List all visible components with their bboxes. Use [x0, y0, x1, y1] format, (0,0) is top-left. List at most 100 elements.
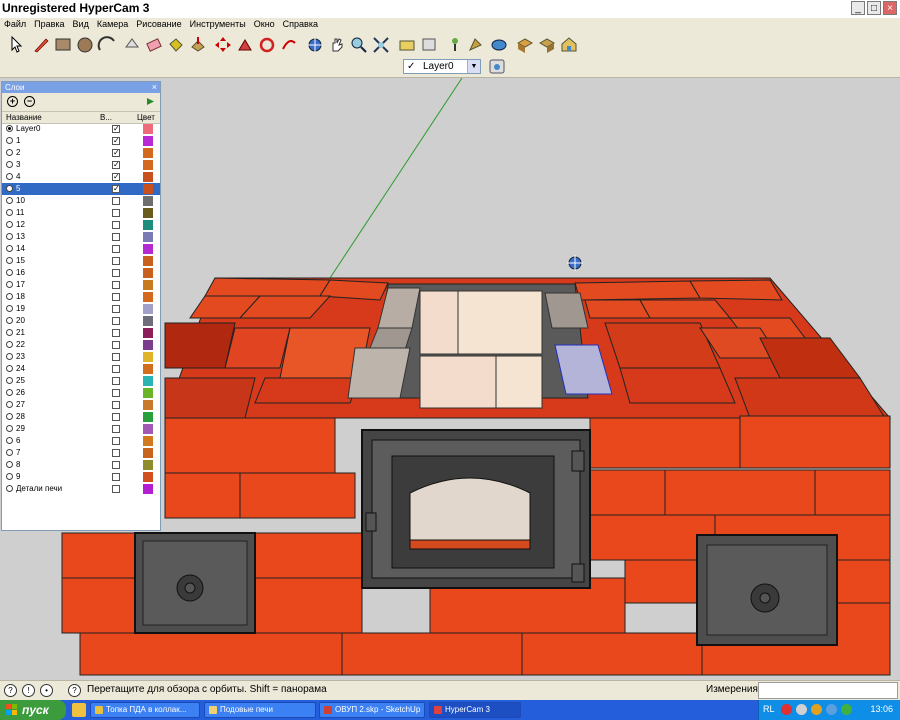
layer-row[interactable]: 9 — [2, 471, 160, 483]
layer-row[interactable]: Детали печи — [2, 483, 160, 495]
column-name[interactable]: Название — [6, 112, 42, 123]
active-layer-radio[interactable] — [6, 137, 13, 144]
layer-visible-checkbox[interactable] — [112, 221, 120, 229]
layer-name[interactable]: 10 — [16, 195, 25, 207]
active-layer-radio[interactable] — [6, 305, 13, 312]
close-icon[interactable]: × — [152, 82, 157, 93]
panel-details-icon[interactable] — [145, 96, 156, 107]
layer-row[interactable]: 13 — [2, 231, 160, 243]
layer-visible-checkbox[interactable] — [112, 449, 120, 457]
layer-row[interactable]: 5 ✓ — [2, 183, 160, 195]
layer-name[interactable]: Layer0 — [16, 123, 40, 135]
layer-name[interactable]: 1 — [16, 135, 20, 147]
active-layer-radio[interactable] — [6, 329, 13, 336]
layer-row[interactable]: 17 — [2, 279, 160, 291]
credits-icon[interactable]: ! — [22, 684, 35, 697]
layer-visible-checkbox[interactable] — [112, 401, 120, 409]
menu-draw[interactable]: Рисование — [132, 18, 185, 31]
close-button[interactable]: × — [883, 1, 897, 15]
layers-panel-header[interactable]: Слои × — [2, 82, 160, 93]
column-color[interactable]: Цвет — [137, 112, 155, 123]
layer-row[interactable]: 18 — [2, 291, 160, 303]
layer-visible-checkbox[interactable] — [112, 485, 120, 493]
layer-color-swatch[interactable] — [143, 124, 153, 134]
layer-visible-checkbox[interactable] — [112, 437, 120, 445]
active-layer-radio[interactable] — [6, 149, 13, 156]
layer-row[interactable]: 7 — [2, 447, 160, 459]
layer-visible-checkbox[interactable] — [112, 473, 120, 481]
layer-color-swatch[interactable] — [143, 232, 153, 242]
layer-name[interactable]: 13 — [16, 231, 25, 243]
active-layer-radio[interactable] — [6, 473, 13, 480]
taskbar-task[interactable]: Топка ПДА в коллак... — [90, 702, 200, 718]
tray-icon[interactable] — [826, 704, 837, 715]
layer-color-swatch[interactable] — [143, 388, 153, 398]
layer-name[interactable]: 22 — [16, 339, 25, 351]
layer-name[interactable]: 20 — [16, 315, 25, 327]
layer-row[interactable]: 28 — [2, 411, 160, 423]
layer-name[interactable]: 25 — [16, 375, 25, 387]
active-layer-radio[interactable] — [6, 281, 13, 288]
taskbar-task[interactable]: HyperCam 3 — [429, 702, 521, 718]
active-layer-radio[interactable] — [6, 377, 13, 384]
language-indicator[interactable]: RL — [763, 704, 775, 714]
look-around-icon[interactable] — [467, 35, 487, 54]
maximize-button[interactable]: □ — [867, 1, 881, 15]
taskbar-task[interactable]: Подовые печи — [204, 702, 316, 718]
paint-bucket-icon[interactable] — [166, 35, 186, 54]
active-layer-radio[interactable] — [6, 437, 13, 444]
start-button[interactable]: пуск — [0, 700, 66, 720]
layer-name[interactable]: 12 — [16, 219, 25, 231]
tray-icon[interactable] — [841, 704, 852, 715]
add-layer-button[interactable]: + — [7, 96, 18, 107]
hypercam-tray-icon[interactable] — [781, 704, 792, 715]
layer-name[interactable]: 15 — [16, 255, 25, 267]
layer-row[interactable]: 2 ✓ — [2, 147, 160, 159]
active-layer-radio[interactable] — [6, 233, 13, 240]
layer-color-swatch[interactable] — [143, 352, 153, 362]
layer-name[interactable]: 26 — [16, 387, 25, 399]
section-icon[interactable] — [419, 35, 439, 54]
active-layer-radio[interactable] — [6, 353, 13, 360]
layer-row[interactable]: 25 — [2, 375, 160, 387]
layer-row[interactable]: 21 — [2, 327, 160, 339]
layer-color-swatch[interactable] — [143, 376, 153, 386]
layer-visible-checkbox[interactable] — [112, 329, 120, 337]
layer-row[interactable]: 12 — [2, 219, 160, 231]
menu-file[interactable]: Файл — [0, 18, 30, 31]
layer-visible-checkbox[interactable] — [112, 293, 120, 301]
layer-row[interactable]: 4 ✓ — [2, 171, 160, 183]
active-layer-radio[interactable] — [6, 461, 13, 468]
layer-color-swatch[interactable] — [143, 364, 153, 374]
column-visible[interactable]: В... — [100, 112, 112, 123]
layer-color-swatch[interactable] — [143, 196, 153, 206]
pan-icon[interactable] — [327, 35, 347, 54]
component-icon[interactable] — [515, 35, 535, 54]
layer-name[interactable]: Детали печи — [16, 483, 62, 495]
layer-visible-checkbox[interactable] — [112, 317, 120, 325]
layer-row[interactable]: 19 — [2, 303, 160, 315]
layer-visible-checkbox[interactable] — [112, 245, 120, 253]
layer-color-swatch[interactable] — [143, 244, 153, 254]
layer-row[interactable]: 27 — [2, 399, 160, 411]
layer-name[interactable]: 5 — [16, 183, 20, 195]
layer-visible-checkbox[interactable]: ✓ — [112, 161, 120, 169]
active-layer-radio[interactable] — [6, 245, 13, 252]
layer-visible-checkbox[interactable] — [112, 209, 120, 217]
layer-color-swatch[interactable] — [143, 424, 153, 434]
move-icon[interactable] — [213, 35, 233, 54]
layer-row[interactable]: 23 — [2, 351, 160, 363]
active-layer-radio[interactable] — [6, 413, 13, 420]
layer-color-swatch[interactable] — [143, 184, 153, 194]
layer-name[interactable]: 2 — [16, 147, 20, 159]
layer-color-swatch[interactable] — [143, 280, 153, 290]
active-layer-radio[interactable] — [6, 317, 13, 324]
layer-name[interactable]: 24 — [16, 363, 25, 375]
clock[interactable]: 13:06 — [870, 704, 893, 714]
layer-row[interactable]: 20 — [2, 315, 160, 327]
follow-me-icon[interactable] — [235, 35, 255, 54]
layer-color-swatch[interactable] — [143, 328, 153, 338]
layer-color-swatch[interactable] — [143, 304, 153, 314]
layer-row[interactable]: 26 — [2, 387, 160, 399]
layer-visible-checkbox[interactable] — [112, 269, 120, 277]
